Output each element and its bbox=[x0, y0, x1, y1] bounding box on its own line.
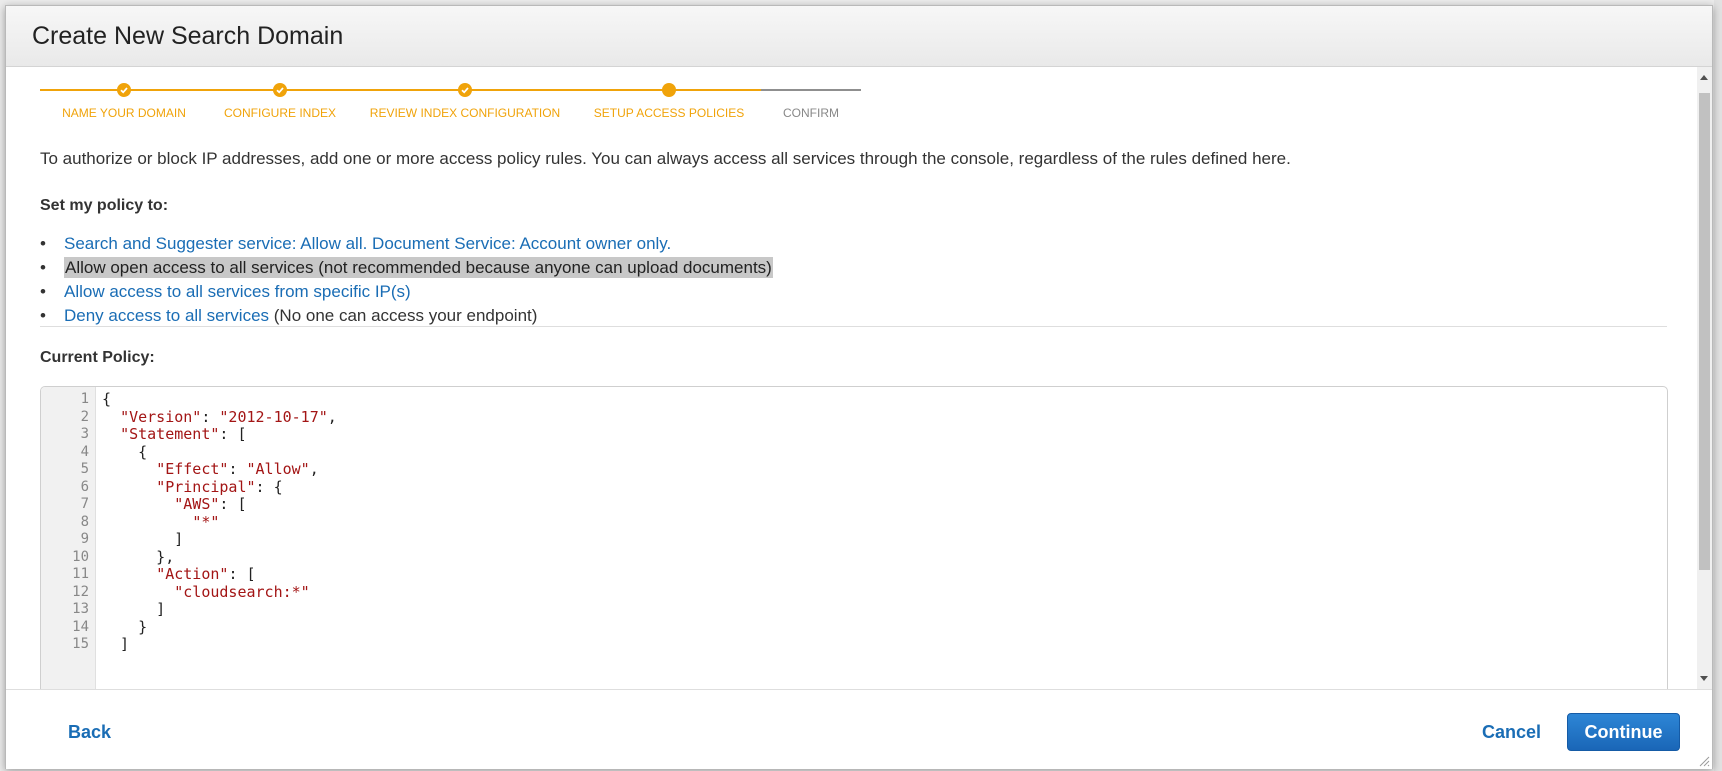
step-label: CONFIRM bbox=[783, 106, 839, 120]
cancel-button[interactable]: Cancel bbox=[1482, 722, 1541, 743]
step-label: NAME YOUR DOMAIN bbox=[62, 106, 186, 120]
wizard-stepper: NAME YOUR DOMAIN CONFIGURE INDEX REVIEW IN… bbox=[40, 81, 947, 121]
line-number: 11 bbox=[72, 566, 89, 582]
step-connector bbox=[124, 89, 280, 91]
step-connector bbox=[280, 89, 465, 91]
step-label: REVIEW INDEX CONFIGURATION bbox=[369, 106, 561, 120]
step-connector bbox=[669, 89, 761, 91]
continue-button[interactable]: Continue bbox=[1567, 713, 1680, 751]
step-check-icon bbox=[117, 83, 131, 97]
code-line: "Statement": [ bbox=[120, 425, 247, 443]
dialog-content: NAME YOUR DOMAIN CONFIGURE INDEX REVIEW IN… bbox=[6, 67, 1697, 689]
current-policy-heading: Current Policy: bbox=[40, 349, 155, 366]
code-line: { bbox=[102, 442, 148, 461]
line-number: 8 bbox=[80, 513, 89, 530]
line-number: 10 bbox=[72, 548, 89, 565]
code-line: "Action": [ bbox=[156, 565, 256, 583]
code-line: "cloudsearch:*" bbox=[174, 582, 310, 601]
resize-grip-icon[interactable] bbox=[1698, 755, 1710, 767]
code-line: }, bbox=[102, 547, 175, 566]
scroll-thumb[interactable] bbox=[1699, 93, 1710, 570]
dialog-title: Create New Search Domain bbox=[32, 22, 344, 50]
line-number: 9 bbox=[80, 531, 89, 547]
step-check-icon bbox=[273, 83, 287, 97]
code-line: ] bbox=[102, 635, 130, 653]
policy-option-deny-all[interactable]: Deny access to all services (No one can … bbox=[40, 304, 773, 328]
dialog-header: Create New Search Domain bbox=[6, 6, 1712, 67]
code-line: "*" bbox=[192, 512, 220, 531]
code-line: ] bbox=[102, 600, 166, 618]
policy-option-label[interactable]: Allow access to all services from specif… bbox=[64, 282, 411, 301]
line-number: 3 bbox=[80, 426, 89, 442]
line-number: 14 bbox=[72, 618, 89, 635]
policy-option-specific-ips[interactable]: Allow access to all services from specif… bbox=[40, 280, 773, 304]
policy-option-search-allow-all[interactable]: Search and Suggester service: Allow all.… bbox=[40, 232, 773, 256]
step-connector bbox=[465, 89, 669, 91]
backdrop-edge bbox=[1714, 0, 1722, 771]
dialog-footer: Back Cancel Continue bbox=[6, 689, 1712, 769]
policy-option-open-access[interactable]: Allow open access to all services (not r… bbox=[40, 256, 773, 280]
code-line: { bbox=[102, 390, 112, 408]
line-number: 7 bbox=[80, 496, 89, 512]
policy-options-list: Search and Suggester service: Allow all.… bbox=[40, 232, 773, 328]
step-check-icon bbox=[458, 83, 472, 97]
intro-text: To authorize or block IP addresses, add … bbox=[40, 149, 1291, 168]
code-line: ] bbox=[102, 530, 184, 548]
policy-option-suffix: (No one can access your endpoint) bbox=[269, 306, 538, 325]
code-line: } bbox=[102, 617, 148, 636]
line-number: 4 bbox=[80, 443, 89, 460]
line-number: 15 bbox=[72, 636, 89, 652]
step-label: CONFIGURE INDEX bbox=[223, 106, 337, 120]
policy-option-label[interactable]: Search and Suggester service: Allow all.… bbox=[64, 234, 671, 253]
line-number: 12 bbox=[72, 583, 89, 600]
line-number: 2 bbox=[80, 408, 89, 425]
content-scrollbar[interactable] bbox=[1697, 67, 1712, 689]
line-number: 6 bbox=[80, 478, 89, 495]
code-line: "Principal": { bbox=[156, 477, 283, 496]
step-connector bbox=[761, 89, 861, 91]
code-line: "Version": "2012-10-17", bbox=[120, 407, 337, 426]
policy-option-label[interactable]: Allow open access to all services (not r… bbox=[64, 257, 773, 278]
code-line: "AWS": [ bbox=[174, 495, 247, 513]
scroll-down-icon[interactable] bbox=[1700, 676, 1708, 681]
code-line: "Effect": "Allow", bbox=[156, 460, 319, 478]
scroll-up-icon[interactable] bbox=[1700, 75, 1708, 80]
step-label: SETUP ACCESS POLICIES bbox=[593, 106, 745, 120]
policy-heading: Set my policy to: bbox=[40, 197, 169, 214]
step-connector bbox=[40, 89, 124, 91]
step-current-icon bbox=[662, 83, 676, 97]
policy-option-label[interactable]: Deny access to all services bbox=[64, 306, 269, 325]
policy-code-editor[interactable]: 1 2 3 4 5 6 7 8 9 10 11 12 13 14 15 { "Version": "2012… bbox=[40, 386, 1668, 689]
line-number: 5 bbox=[80, 461, 89, 477]
line-number: 1 bbox=[80, 391, 89, 407]
create-domain-dialog: Create New Search Domain NAME YOUR DOMAI… bbox=[5, 5, 1713, 769]
line-number-gutter: 1 2 3 4 5 6 7 8 9 10 11 12 13 14 15 bbox=[41, 387, 96, 689]
section-divider bbox=[40, 326, 1667, 327]
line-number: 13 bbox=[72, 601, 89, 617]
back-button[interactable]: Back bbox=[68, 722, 111, 743]
